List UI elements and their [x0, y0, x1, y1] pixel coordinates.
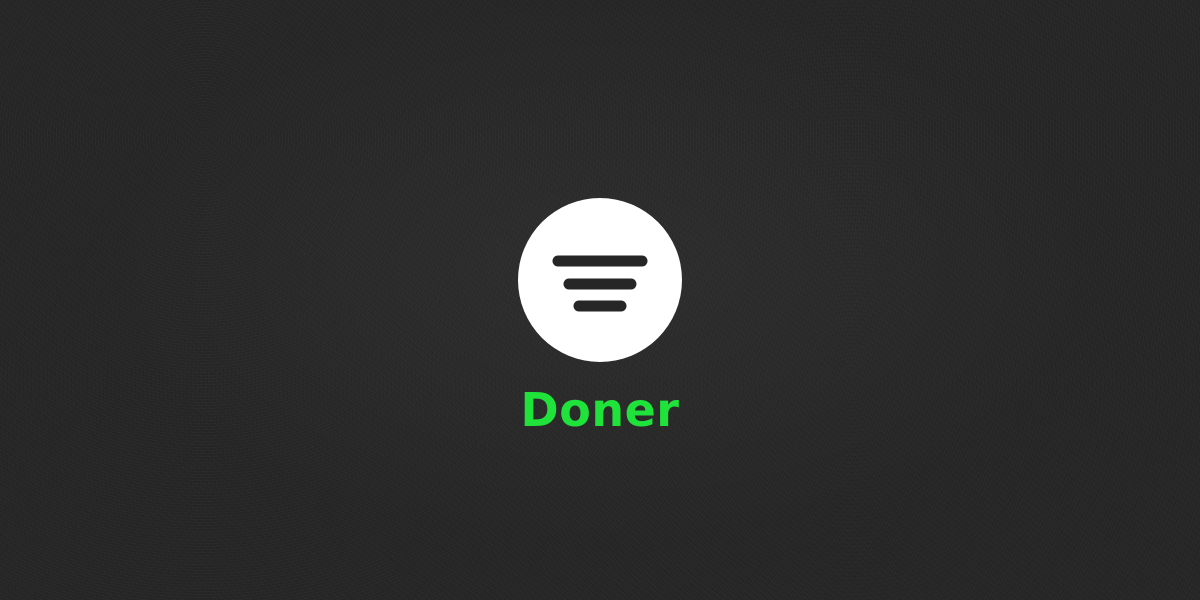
splash-screen: Doner	[0, 0, 1200, 600]
doner-logo-icon	[518, 198, 682, 362]
logo-lines-icon	[552, 255, 648, 312]
brand-name: Doner	[520, 383, 680, 437]
